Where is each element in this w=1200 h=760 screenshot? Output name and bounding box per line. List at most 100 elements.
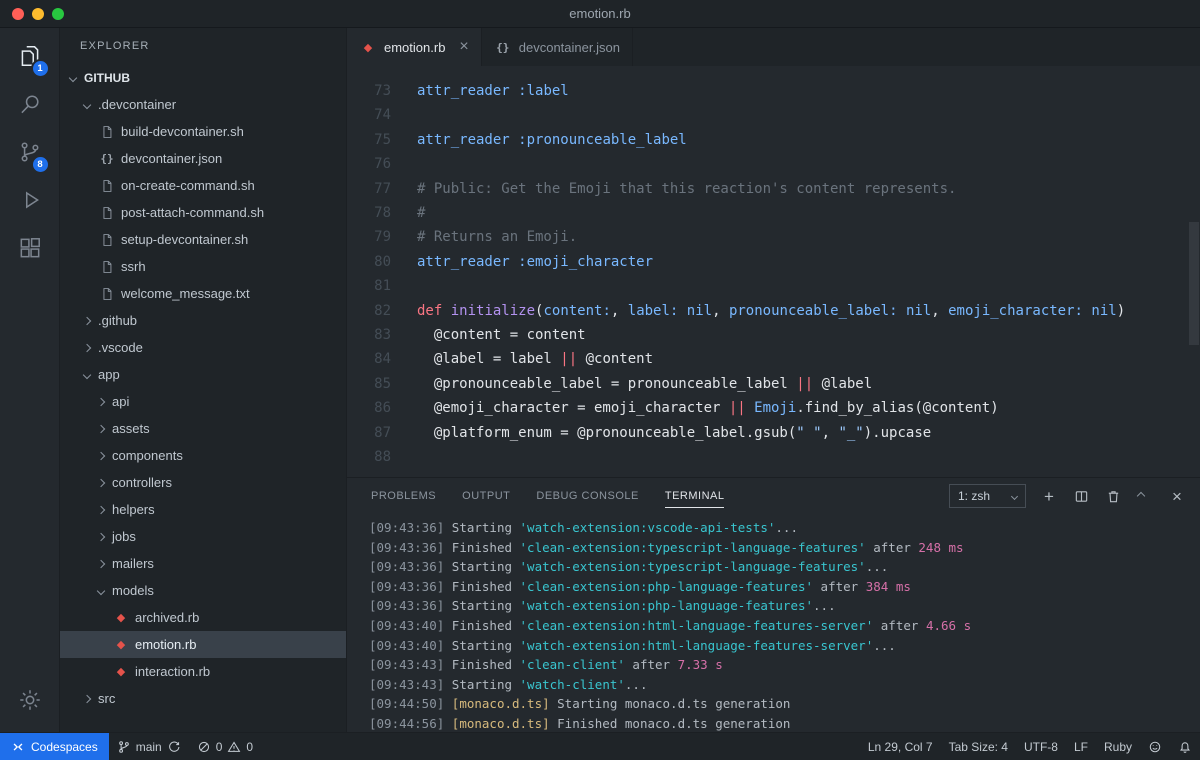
feedback-button[interactable] [1140, 733, 1170, 760]
warnings-icon [228, 740, 241, 752]
tree-item-label: build-devcontainer.sh [121, 124, 244, 139]
tree-item-components[interactable]: components [60, 442, 346, 469]
editor-tab-bar: ◆ emotion.rb × {} devcontainer.json [347, 28, 1200, 66]
terminal-output[interactable]: [09:43:36] Starting 'watch-extension:vsc… [347, 514, 1200, 732]
panel-tab-output[interactable]: OUTPUT [462, 484, 510, 508]
activity-search[interactable] [6, 80, 54, 128]
chevron-down-icon [82, 370, 92, 379]
chevron-right-icon [96, 397, 106, 406]
line-number: 86 [374, 400, 391, 417]
panel-tabs: PROBLEMS OUTPUT DEBUG CONSOLE TERMINAL [371, 484, 725, 508]
encoding-setting[interactable]: UTF-8 [1016, 733, 1066, 760]
tree-item-label: .devcontainer [98, 97, 177, 112]
tree-item-post-attach-command-sh[interactable]: post-attach-command.sh [60, 199, 346, 226]
line-number: 74 [374, 107, 391, 124]
tree-item-label: .github [98, 313, 138, 328]
shell-file-icon [98, 260, 116, 274]
cursor-position[interactable]: Ln 29, Col 7 [860, 733, 941, 760]
tree-item-github[interactable]: GITHUB [60, 64, 346, 91]
editor-tab-emotion-rb[interactable]: ◆ emotion.rb × [347, 28, 482, 66]
tree-item-archived-rb[interactable]: ◆ archived.rb [60, 604, 346, 631]
bottom-panel: PROBLEMS OUTPUT DEBUG CONSOLE TERMINAL 1: z… [347, 477, 1200, 732]
indentation-setting[interactable]: Tab Size: 4 [941, 733, 1016, 760]
tree-item-label: archived.rb [135, 610, 200, 625]
ruby-file-icon: ◆ [116, 612, 126, 624]
terminal-line: [09:44:50] [monaco.d.ts] Starting monaco… [369, 696, 791, 712]
tree-item-app[interactable]: app [60, 361, 346, 388]
tree-item-vscode[interactable]: .vscode [60, 334, 346, 361]
maximize-panel-button[interactable] [1136, 487, 1154, 505]
scrollbar-thumb[interactable] [1189, 222, 1199, 346]
chevron-right-icon [96, 424, 106, 433]
tree-item-ssrh[interactable]: ssrh [60, 253, 346, 280]
activity-explorer[interactable]: 1 [6, 32, 54, 80]
chevron-down-icon [68, 73, 78, 82]
panel-tab-problems[interactable]: PROBLEMS [371, 484, 436, 508]
chevron-right-icon [82, 316, 92, 325]
tree-item-github[interactable]: .github [60, 307, 346, 334]
tree-item-on-create-command-sh[interactable]: on-create-command.sh [60, 172, 346, 199]
code-line-77: 77 # Public: Get the Emoji that this reac… [347, 177, 1200, 201]
tree-item-assets[interactable]: assets [60, 415, 346, 442]
split-terminal-button[interactable] [1072, 487, 1090, 505]
tree-item-emotion-rb[interactable]: ◆ emotion.rb [60, 631, 346, 658]
json-file-icon: {} [100, 152, 114, 165]
kill-terminal-button[interactable] [1104, 487, 1122, 505]
tree-item-label: api [112, 394, 130, 409]
code-line-84: 84 @label = label || @content [347, 347, 1200, 371]
branch-button[interactable]: main [109, 733, 189, 760]
close-tab-icon[interactable]: × [459, 39, 468, 55]
editor-tab-devcontainer-json[interactable]: {} devcontainer.json [482, 28, 633, 66]
tree-item-api[interactable]: api [60, 388, 346, 415]
error-count: 0 [215, 739, 223, 754]
tree-item-label: ssrh [121, 259, 146, 274]
tree-item-models[interactable]: models [60, 577, 346, 604]
eol-label: LF [1073, 739, 1088, 754]
tree-item-helpers[interactable]: helpers [60, 496, 346, 523]
tree-item-src[interactable]: src [60, 685, 346, 712]
panel-header: PROBLEMS OUTPUT DEBUG CONSOLE TERMINAL 1: z… [347, 478, 1200, 514]
terminal-line: [09:44:56] [monaco.d.ts] Finished monaco… [369, 715, 791, 731]
code-editor[interactable]: 73 attr_reader :label 74 75 attr_reader :pro… [347, 66, 1200, 477]
tree-item-mailers[interactable]: mailers [60, 550, 346, 577]
split-icon [1075, 490, 1087, 502]
editor-scrollbar[interactable] [1188, 66, 1200, 477]
problems-button[interactable]: 0 0 [189, 733, 261, 760]
code-line-73: 73 attr_reader :label [347, 79, 1200, 103]
terminal-line: [09:43:36] Starting 'watch-extension:php… [369, 598, 836, 614]
line-number: 82 [374, 302, 391, 319]
activity-run-debug[interactable] [6, 176, 54, 224]
tree-item-label: interaction.rb [135, 664, 211, 679]
tree-item-controllers[interactable]: controllers [60, 469, 346, 496]
notifications-button[interactable] [1170, 733, 1200, 760]
tree-item-label: welcome_message.txt [121, 286, 250, 301]
tree-item-devcontainer[interactable]: .devcontainer [60, 91, 346, 118]
panel-tab-debug-console[interactable]: DEBUG CONSOLE [536, 484, 638, 508]
tree-item-setup-devcontainer-sh[interactable]: setup-devcontainer.sh [60, 226, 346, 253]
tree-item-devcontainer-json[interactable]: {} devcontainer.json [60, 145, 346, 172]
tree-item-label: jobs [112, 529, 136, 544]
code-line-81: 81 [347, 274, 1200, 298]
close-panel-button[interactable]: × [1168, 487, 1186, 505]
eol-setting[interactable]: LF [1066, 733, 1096, 760]
tree-item-interaction-rb[interactable]: ◆ interaction.rb [60, 658, 346, 685]
line-number: 80 [374, 253, 391, 270]
codespaces-button[interactable]: Codespaces [0, 733, 109, 760]
activity-extensions[interactable] [6, 224, 54, 272]
line-number: 75 [374, 131, 391, 148]
new-terminal-button[interactable]: + [1040, 487, 1058, 505]
tree-item-welcome-message-txt[interactable]: welcome_message.txt [60, 280, 346, 307]
terminal-shell-select[interactable]: 1: zsh [948, 484, 1026, 508]
file-tree: GITHUB .devcontainer build-devcontainer.sh… [60, 64, 346, 712]
activity-settings[interactable] [6, 676, 54, 724]
code-line-74: 74 [347, 103, 1200, 127]
chevron-right-icon [96, 559, 106, 568]
tree-item-build-devcontainer-sh[interactable]: build-devcontainer.sh [60, 118, 346, 145]
ruby-file-icon: ◆ [116, 639, 126, 651]
chevron-right-icon [82, 694, 92, 703]
activity-source-control[interactable]: 8 [6, 128, 54, 176]
panel-tab-terminal[interactable]: TERMINAL [664, 484, 725, 508]
text-file-icon [98, 287, 116, 301]
language-mode[interactable]: Ruby [1096, 733, 1140, 760]
tree-item-jobs[interactable]: jobs [60, 523, 346, 550]
